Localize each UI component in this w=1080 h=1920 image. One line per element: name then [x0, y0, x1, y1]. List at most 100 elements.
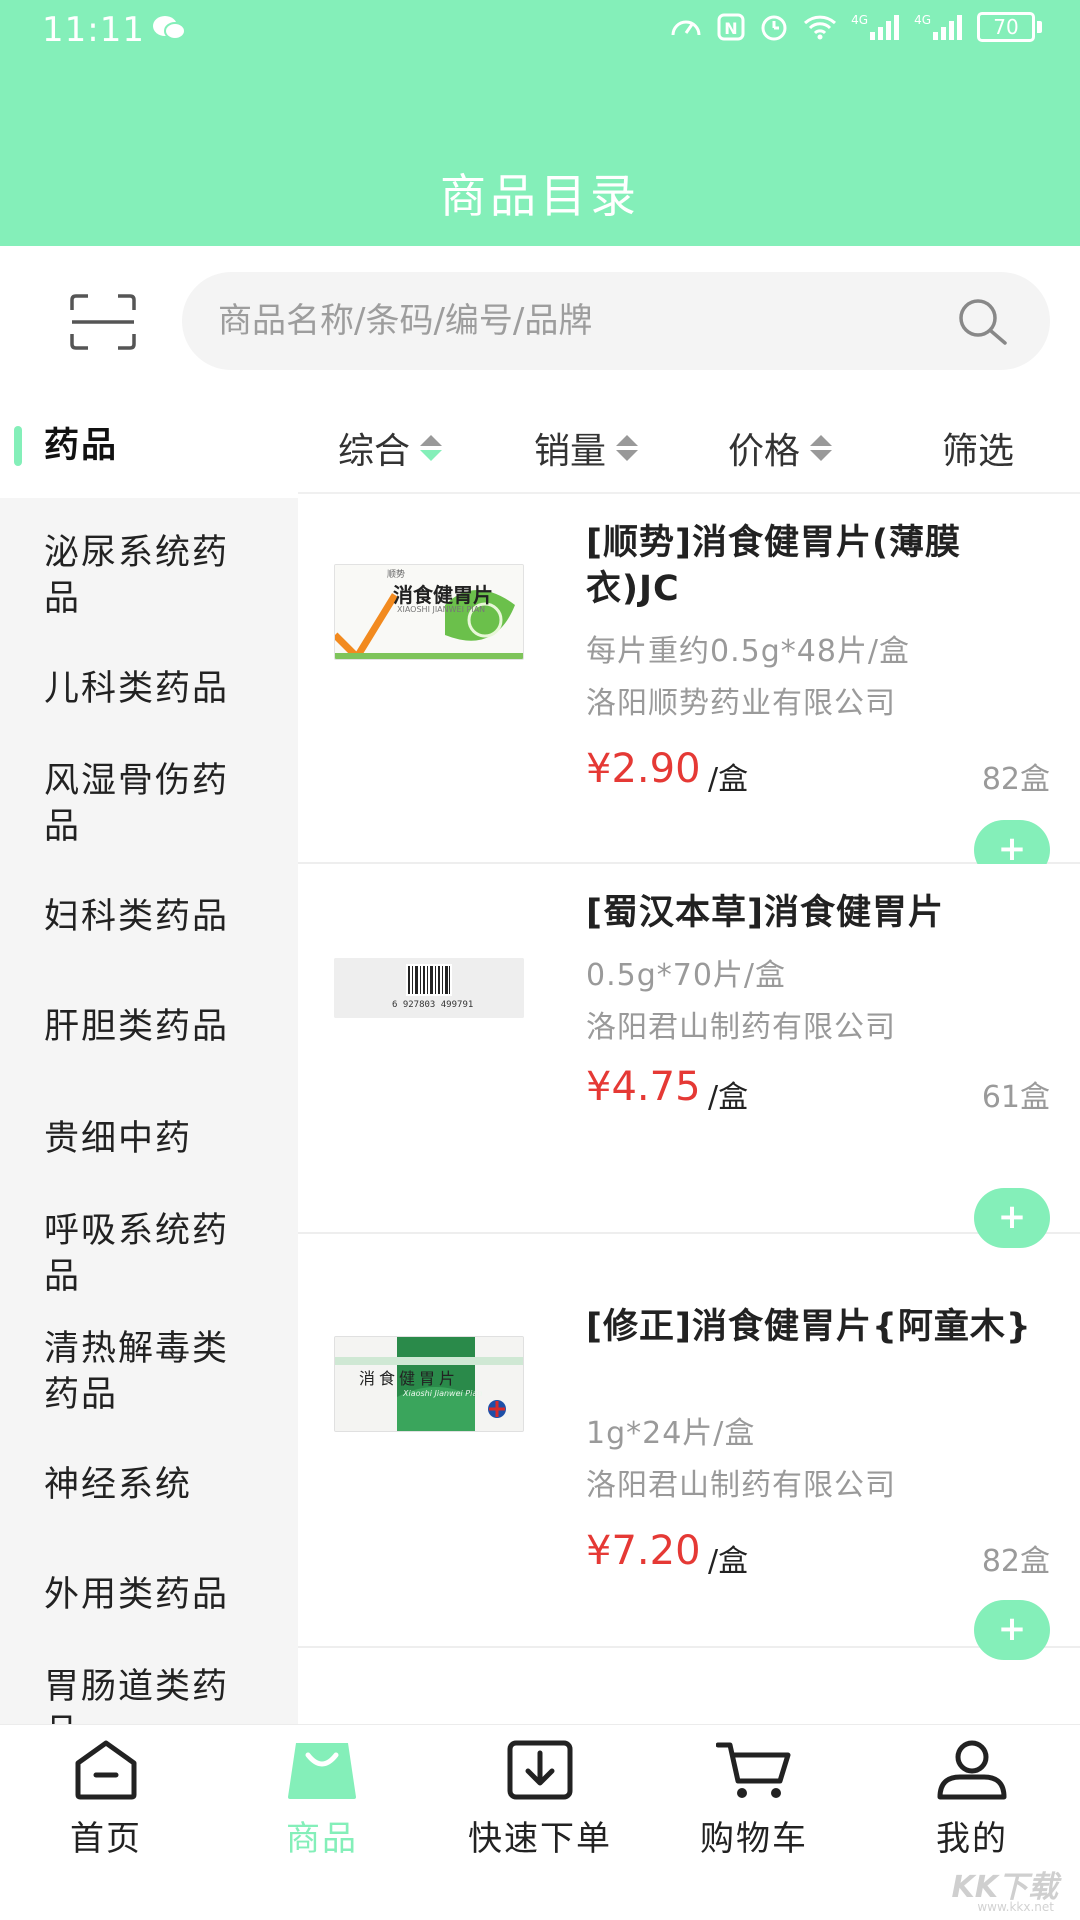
add-to-cart-button[interactable]: +	[974, 1600, 1050, 1660]
category-label: 风湿骨伤药品	[44, 761, 230, 847]
svg-text:N: N	[724, 19, 737, 38]
speed-icon	[671, 20, 701, 36]
product-stock: 82盒	[981, 1544, 1050, 1579]
product-card[interactable]: 顺势 消食健胃片 XIAOSHI JIANWEI PIAN [顺势]消食健胃片(…	[298, 494, 1080, 880]
sort-sales[interactable]: 销量	[534, 422, 639, 474]
category-item-liver[interactable]: 肝胆类药品	[0, 1004, 298, 1050]
product-manufacturer: 洛阳顺势药业有限公司	[586, 686, 896, 721]
category-item-external[interactable]: 外用类药品	[0, 1572, 298, 1618]
product-spec: 1g*24片/盒	[586, 1416, 756, 1451]
product-spec: 0.5g*70片/盒	[586, 958, 787, 993]
product-name[interactable]: [修正]消食健胃片{阿童木}	[586, 1304, 1046, 1350]
battery-icon: 70	[977, 12, 1042, 42]
category-label: 呼吸系统药品	[44, 1211, 230, 1297]
status-icons: N 4G 4G 70	[669, 12, 1042, 42]
tab-home-label: 首页	[70, 1819, 142, 1859]
tab-quick-order-label: 快速下单	[468, 1819, 612, 1859]
product-manufacturer: 洛阳君山制药有限公司	[586, 1010, 896, 1045]
search-bar[interactable]	[182, 272, 1050, 370]
status-time: 11:11	[42, 10, 145, 50]
category-item-nervous[interactable]: 神经系统	[0, 1462, 298, 1508]
add-to-cart-button[interactable]: +	[974, 1188, 1050, 1248]
box-title: 消食健胃片	[359, 1369, 460, 1388]
nfc-icon: N	[717, 13, 745, 41]
category-item-urinary[interactable]: 泌尿系统药品	[0, 530, 298, 622]
product-name[interactable]: [蜀汉本草]消食健胃片	[586, 890, 1046, 936]
category-item-precious-herbs[interactable]: 贵细中药	[0, 1116, 298, 1162]
header-bar: 11:11 N 4G 4G 70 商品目录	[0, 0, 1080, 246]
product-image[interactable]: 6 927803 499791	[334, 958, 524, 1018]
category-label: 神经系统	[44, 1465, 193, 1505]
status-bar: 11:11 N 4G 4G 70	[0, 0, 1080, 62]
tab-products-label: 商品	[286, 1819, 358, 1859]
signal-2-icon: 4G	[914, 14, 963, 40]
battery-level: 70	[977, 12, 1035, 42]
signal-1-icon: 4G	[851, 14, 900, 40]
tab-quick-order[interactable]: 快速下单	[450, 1739, 630, 1860]
box-pinyin: Xiaoshi Jianwei Pian	[403, 1389, 483, 1398]
wechat-icon	[152, 14, 186, 49]
home-icon	[75, 1740, 137, 1800]
scan-icon[interactable]	[70, 294, 136, 350]
product-image[interactable]: 顺势 消食健胃片 XIAOSHI JIANWEI PIAN	[334, 564, 524, 660]
category-item-rheumatism[interactable]: 风湿骨伤药品	[0, 758, 298, 850]
bottom-tab-bar: 首页 商品 快速下单 购物车 我的	[0, 1724, 1080, 1920]
category-label: 胃肠道类药品	[44, 1667, 230, 1724]
product-manufacturer: 洛阳君山制药有限公司	[586, 1468, 896, 1503]
category-item-respiratory[interactable]: 呼吸系统药品	[0, 1208, 298, 1300]
category-label: 肝胆类药品	[44, 1007, 230, 1047]
tab-cart-label: 购物车	[700, 1819, 808, 1859]
product-unit: /盒	[708, 762, 749, 797]
sort-arrows-icon	[810, 433, 833, 463]
product-stock: 82盒	[981, 762, 1050, 797]
product-price: ¥7.20	[586, 1528, 701, 1574]
category-item-drugs[interactable]: 药品	[0, 394, 298, 498]
signal-2-label: 4G	[914, 13, 931, 27]
page-title: 商品目录	[440, 169, 640, 223]
tab-products[interactable]: 商品	[232, 1739, 412, 1860]
watermark-url: www.kkx.net	[977, 1900, 1054, 1914]
download-box-icon	[507, 1740, 573, 1800]
box-title: 消食健胃片	[393, 583, 493, 607]
tab-home[interactable]: 首页	[16, 1739, 196, 1860]
sort-default-label: 综合	[338, 431, 411, 472]
sort-price-label: 价格	[728, 431, 801, 472]
category-label: 贵细中药	[44, 1119, 193, 1159]
filter-label: 筛选	[942, 431, 1015, 472]
cart-icon	[716, 1742, 791, 1798]
category-label: 外用类药品	[44, 1575, 230, 1615]
filter-button[interactable]: 筛选	[942, 422, 1014, 474]
sort-bar: 综合 销量 价格 筛选	[298, 394, 1080, 494]
product-card[interactable]: 消食健胃片 Xiaoshi Jianwei Pian [修正]消食健胃片{阿童木…	[298, 1278, 1080, 1660]
sort-price[interactable]: 价格	[728, 422, 833, 474]
tab-profile[interactable]: 我的	[882, 1739, 1062, 1860]
tab-cart[interactable]: 购物车	[664, 1739, 844, 1860]
barcode-number: 6 927803 499791	[392, 1000, 474, 1010]
product-image[interactable]: 消食健胃片 Xiaoshi Jianwei Pian	[334, 1336, 524, 1432]
category-label: 清热解毒类药品	[44, 1329, 230, 1415]
product-stock: 61盒	[981, 1080, 1050, 1115]
product-card[interactable]: 6 927803 499791 [蜀汉本草]消食健胃片 0.5g*70片/盒 洛…	[298, 864, 1080, 1248]
sort-arrows-icon	[616, 433, 639, 463]
sort-arrows-icon	[420, 433, 443, 463]
category-item-detox[interactable]: 清热解毒类药品	[0, 1326, 298, 1418]
category-item-pediatric[interactable]: 儿科类药品	[0, 666, 298, 712]
product-price: ¥4.75	[586, 1064, 701, 1110]
category-label: 儿科类药品	[44, 669, 230, 709]
product-unit: /盒	[708, 1080, 749, 1115]
shopping-bag-icon	[288, 1743, 356, 1799]
search-input[interactable]	[218, 272, 958, 370]
category-item-gastro[interactable]: 胃肠道类药品	[0, 1664, 298, 1724]
product-name[interactable]: [顺势]消食健胃片(薄膜衣)JC	[586, 520, 1046, 612]
sort-default[interactable]: 综合	[338, 422, 443, 474]
category-item-gynecology[interactable]: 妇科类药品	[0, 894, 298, 940]
wifi-icon	[804, 15, 837, 40]
category-label: 药品	[44, 426, 119, 466]
active-indicator	[14, 426, 22, 466]
category-sidebar: 药品 泌尿系统药品 儿科类药品 风湿骨伤药品 妇科类药品 肝胆类药品 贵细中药 …	[0, 394, 298, 1724]
product-price: ¥2.90	[586, 746, 701, 792]
search-icon[interactable]	[956, 296, 1008, 348]
signal-1-label: 4G	[851, 13, 869, 27]
category-label: 妇科类药品	[44, 897, 230, 937]
sort-sales-label: 销量	[534, 431, 607, 472]
